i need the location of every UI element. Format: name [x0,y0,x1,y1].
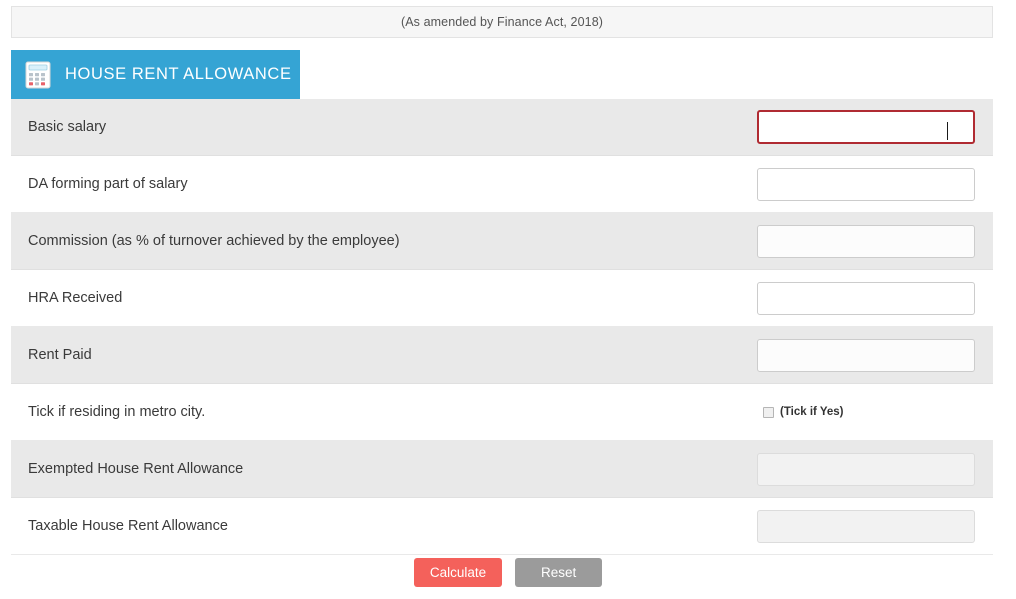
label-da: DA forming part of salary [28,176,188,192]
label-hra-received: HRA Received [28,290,123,306]
metro-city-checkbox[interactable] [763,406,774,418]
button-bar: Calculate Reset [0,558,1016,587]
form-row-da: DA forming part of salary [11,156,993,213]
calculate-button[interactable]: Calculate [413,558,503,587]
hra-calculator-page: (As amended by Finance Act, 2018) HOUSE … [0,0,1016,599]
text-caret [947,122,948,140]
metro-city-checkbox-label: (Tick if Yes) [780,406,844,418]
label-rent-paid: Rent Paid [28,347,92,363]
tab-label: HOUSE RENT ALLOWANCE [65,65,292,83]
control-basic-salary [757,110,993,144]
amendment-banner-text: (As amended by Finance Act, 2018) [400,15,604,29]
tab-strip: HOUSE RENT ALLOWANCE [11,50,993,99]
form-row-basic-salary: Basic salary [11,99,993,156]
amendment-banner: (As amended by Finance Act, 2018) [11,6,993,38]
control-exempted-hra [757,452,993,486]
da-input[interactable] [757,167,975,201]
rent-paid-input[interactable] [757,338,975,372]
label-commission: Commission (as % of turnover achieved by… [28,233,400,249]
label-basic-salary: Basic salary [28,119,107,135]
hra-received-input[interactable] [757,281,975,315]
control-taxable-hra [757,509,993,543]
form-row-metro-city: Tick if residing in metro city. (Tick if… [11,384,993,441]
form-row-hra-received: HRA Received [11,270,993,327]
form-row-exempted-hra: Exempted House Rent Allowance [11,441,993,498]
form-row-taxable-hra: Taxable House Rent Allowance [11,498,993,555]
basic-salary-input[interactable] [757,110,975,144]
form-row-commission: Commission (as % of turnover achieved by… [11,213,993,270]
label-exempted-hra: Exempted House Rent Allowance [28,461,244,477]
control-hra-received [757,281,993,315]
control-rent-paid [757,338,993,372]
hra-form: Basic salary DA forming part of salary C… [11,99,993,555]
form-row-rent-paid: Rent Paid [11,327,993,384]
label-taxable-hra: Taxable House Rent Allowance [28,518,228,534]
metro-city-checkbox-group[interactable]: (Tick if Yes) [757,406,844,418]
reset-button[interactable]: Reset [515,558,603,587]
label-metro-city: Tick if residing in metro city. [28,404,206,420]
control-da [757,167,993,201]
tab-house-rent-allowance[interactable]: HOUSE RENT ALLOWANCE [11,50,300,99]
commission-input[interactable] [757,224,975,258]
taxable-hra-output [757,509,975,543]
basic-salary-field-wrap [757,110,975,144]
control-commission [757,224,993,258]
exempted-hra-output [757,452,975,486]
calculator-icon [25,61,51,89]
control-metro-city: (Tick if Yes) [757,406,993,418]
